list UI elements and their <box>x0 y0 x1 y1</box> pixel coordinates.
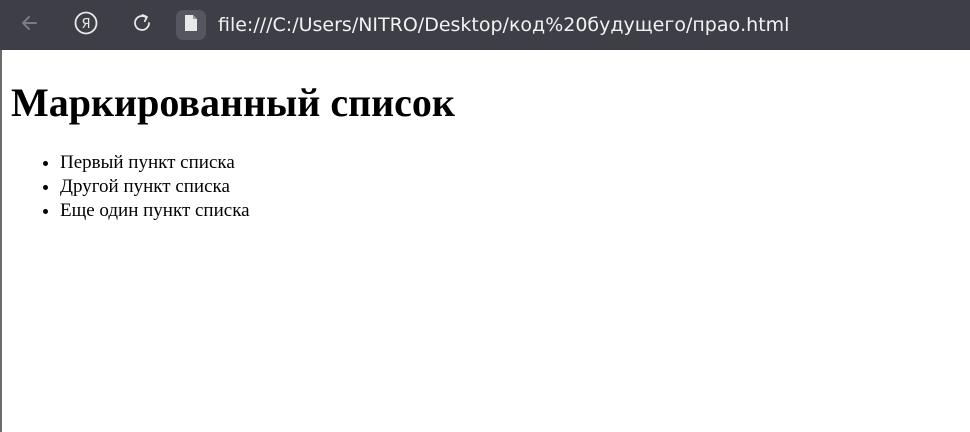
page-content: Маркированный список Первый пункт списка… <box>0 50 970 432</box>
reload-icon <box>131 12 153 39</box>
svg-text:Я: Я <box>81 17 90 32</box>
bulleted-list: Первый пункт списка Другой пункт списка … <box>2 151 250 223</box>
browser-toolbar: Я file:///C:/Users/NITRO/Desktop/код%20б… <box>0 0 970 50</box>
list-item: Еще один пункт списка <box>60 199 250 223</box>
list-item: Первый пункт списка <box>60 151 250 175</box>
reload-button[interactable] <box>128 11 156 39</box>
page-title: Маркированный список <box>11 80 455 125</box>
file-icon <box>184 14 198 37</box>
address-bar[interactable]: file:///C:/Users/NITRO/Desktop/код%20буд… <box>218 0 789 50</box>
site-info-button[interactable] <box>176 10 206 40</box>
back-button[interactable] <box>16 11 44 39</box>
yandex-logo-icon: Я <box>73 10 99 41</box>
list-item: Другой пункт списка <box>60 175 250 199</box>
back-arrow-icon <box>20 13 40 38</box>
yandex-button[interactable]: Я <box>72 11 100 39</box>
